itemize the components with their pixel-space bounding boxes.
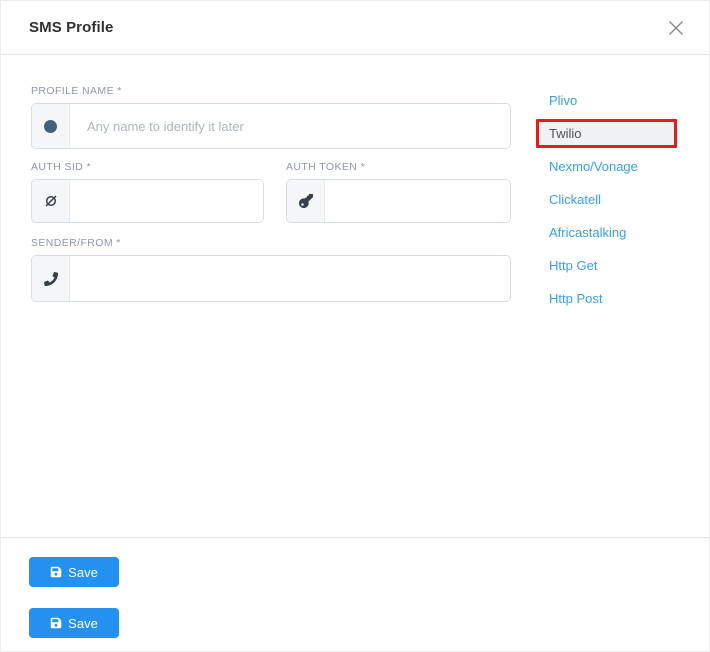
save-button-label: Save (68, 565, 98, 580)
auth-sid-label: AUTH SID * (31, 161, 264, 173)
save-button-label: Save (68, 616, 98, 631)
provider-item-africastalking: Africastalking (536, 216, 696, 249)
auth-token-input-group (286, 179, 511, 223)
provider-selected-twilio[interactable]: Twilio (536, 119, 677, 148)
profile-name-input-group (31, 103, 511, 149)
auth-sid-input[interactable] (70, 180, 263, 222)
provider-list: Plivo Twilio Nexmo/Vonage Clickatell Afr… (536, 84, 696, 315)
provider-link-clickatell[interactable]: Clickatell (536, 192, 601, 207)
auth-token-label: AUTH TOKEN * (286, 161, 511, 173)
auth-token-input[interactable] (325, 180, 510, 222)
field-auth-sid: AUTH SID * (31, 161, 264, 223)
provider-item-clickatell: Clickatell (536, 183, 696, 216)
save-button[interactable]: Save (29, 557, 119, 587)
provider-item-nexmo-vonage: Nexmo/Vonage (536, 150, 696, 183)
auth-sid-input-group (31, 179, 264, 223)
provider-link-nexmo-vonage[interactable]: Nexmo/Vonage (536, 159, 638, 174)
phone-icon (32, 256, 70, 301)
close-button[interactable] (665, 17, 687, 39)
field-auth-token: AUTH TOKEN * (286, 161, 511, 223)
key-icon (287, 180, 325, 222)
provider-link-http-post[interactable]: Http Post (536, 291, 602, 306)
profile-name-label: PROFILE NAME * (31, 85, 511, 97)
save-button-secondary[interactable]: Save (29, 608, 119, 638)
provider-link-plivo[interactable]: Plivo (536, 93, 577, 108)
profile-name-input[interactable] (70, 104, 510, 148)
modal-title: SMS Profile (29, 19, 113, 36)
field-profile-name: PROFILE NAME * (31, 85, 511, 149)
close-icon (667, 25, 685, 40)
provider-link-africastalking[interactable]: Africastalking (536, 225, 626, 240)
provider-item-http-post: Http Post (536, 282, 696, 315)
floppy-disk-icon (50, 566, 62, 578)
sender-from-input-group (31, 255, 511, 302)
provider-item-plivo: Plivo (536, 84, 696, 117)
provider-link-http-get[interactable]: Http Get (536, 258, 597, 273)
modal-header: SMS Profile (1, 1, 709, 55)
filled-circle-icon (32, 104, 70, 148)
floppy-disk-icon (50, 617, 62, 629)
sms-profile-modal: SMS Profile PROFILE NAME * AUTH SID * (0, 0, 710, 652)
slashed-circle-icon (32, 180, 70, 222)
sender-from-label: SENDER/FROM * (31, 237, 511, 249)
footer-divider (1, 537, 709, 538)
provider-item-http-get: Http Get (536, 249, 696, 282)
provider-item-twilio: Twilio (536, 117, 696, 150)
sender-from-input[interactable] (70, 256, 510, 301)
field-sender-from: SENDER/FROM * (31, 237, 511, 302)
